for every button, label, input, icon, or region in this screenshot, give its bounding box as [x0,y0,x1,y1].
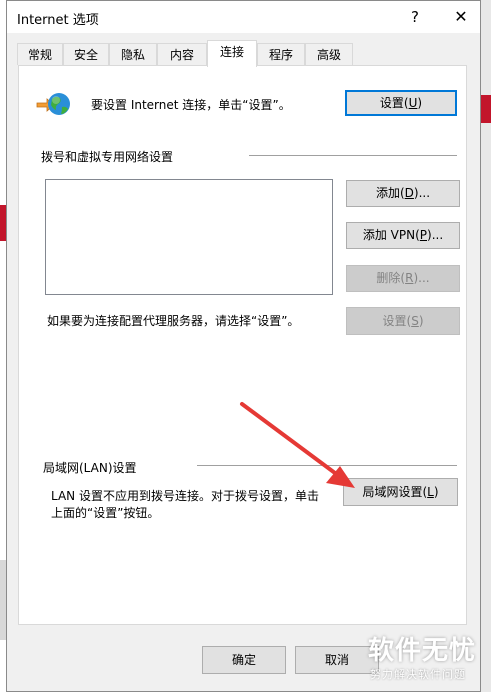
setup-button-suffix: ) [417,96,423,110]
lan-settings-button-suffix: ) [433,485,439,499]
delete-button-text: 删除( [376,271,406,285]
dialup-settings-button-suffix: ) [418,314,424,328]
lan-settings-button-key: L [427,485,434,499]
add-vpn-button-suffix: )... [427,228,444,242]
connection-list[interactable] [45,179,333,295]
add-button-text: 添加( [375,186,405,200]
watermark-subtitle: 努力解决软件问题 [370,668,466,681]
watermark-title: 软件无忧 [368,636,477,666]
lan-section-divider [197,465,457,466]
setup-button-text: 设置( [379,96,409,110]
proxy-description: 如果要为连接配置代理服务器，请选择“设置”。 [47,314,300,328]
tab-general[interactable]: 常规 [17,43,63,65]
dialup-settings-button-key: S [411,314,419,328]
tab-advanced[interactable]: 高级 [305,43,353,65]
lan-settings-button[interactable]: 局域网设置(L) [343,478,458,506]
delete-button[interactable]: 删除(R)... [346,265,460,292]
delete-button-suffix: )... [413,271,430,285]
dialup-settings-button-text: 设置( [382,314,412,328]
add-button-key: D [404,186,414,200]
lan-description-line2: 上面的“设置”按钮。 [51,506,160,520]
lan-section-heading: 局域网(LAN)设置 [43,461,137,475]
internet-globe-icon [35,90,71,120]
close-button[interactable]: ✕ [449,5,473,29]
dialup-settings-button[interactable]: 设置(S) [346,307,460,335]
tab-content[interactable]: 内容 [157,43,207,65]
tab-connections[interactable]: 连接 [207,40,257,67]
dialup-section-divider [249,155,457,156]
add-button-suffix: )... [413,186,431,200]
dialup-section-heading: 拨号和虚拟专用网络设置 [41,150,174,164]
tab-privacy[interactable]: 隐私 [109,43,157,65]
add-vpn-button[interactable]: 添加 VPN(P)... [346,222,460,249]
setup-description: 要设置 Internet 连接，单击“设置”。 [91,98,291,112]
add-button[interactable]: 添加(D)... [346,180,460,207]
add-vpn-button-text: 添加 VPN( [362,228,420,242]
add-vpn-button-key: P [419,228,428,242]
help-button[interactable]: ? [403,5,427,29]
setup-button[interactable]: 设置(U) [345,90,457,116]
lan-description-line1: LAN 设置不应用到拨号连接。对于拨号设置，单击 [51,489,319,503]
background-red-fragment [480,95,491,123]
title-bar: Internet 选项 ? ✕ [7,1,480,33]
tab-programs[interactable]: 程序 [257,43,305,65]
lan-settings-button-text: 局域网设置( [362,485,428,499]
ok-button[interactable]: 确定 [202,646,286,674]
window-title: Internet 选项 [17,13,99,28]
internet-options-dialog: Internet 选项 ? ✕ 常规 安全 隐私 内容 连接 程序 高级 要设置… [6,0,481,692]
watermark: 软件无忧 努力解决软件问题 [362,628,484,686]
tab-security[interactable]: 安全 [63,43,109,65]
connections-panel: 要设置 Internet 连接，单击“设置”。 设置(U) 拨号和虚拟专用网络设… [18,65,467,625]
